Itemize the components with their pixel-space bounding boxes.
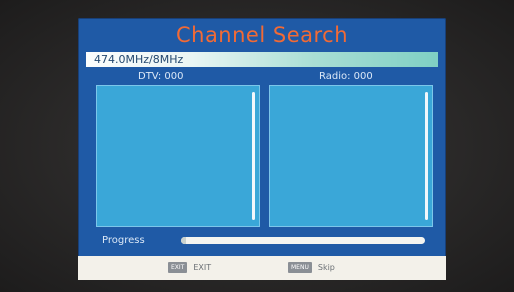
menu-key-icon: MENU [288,262,312,273]
progress-bar [181,237,425,244]
progress-label: Progress [102,235,145,246]
channel-search-dialog: Channel Search 474.0MHz/8MHz DTV: 000 Ra… [78,18,446,280]
radio-scrollbar[interactable] [425,92,428,220]
skip-hint-label: Skip [317,263,335,272]
exit-key-icon: EXIT [168,262,188,273]
exit-hint[interactable]: EXIT EXIT [168,262,211,273]
key-hint-footer: EXIT EXIT MENU Skip [78,256,446,280]
progress-fill [181,237,186,244]
radio-count: Radio: 000 [319,71,373,82]
dtv-count: DTV: 000 [138,71,184,82]
dtv-scrollbar[interactable] [252,92,255,220]
radio-channel-list[interactable] [269,85,433,227]
dialog-title: Channel Search [175,23,349,47]
frequency-readout: 474.0MHz/8MHz [94,53,184,66]
skip-hint[interactable]: MENU Skip [288,262,335,273]
dtv-channel-list[interactable] [96,85,260,227]
exit-hint-label: EXIT [193,263,212,272]
frequency-bar: 474.0MHz/8MHz [86,52,438,67]
